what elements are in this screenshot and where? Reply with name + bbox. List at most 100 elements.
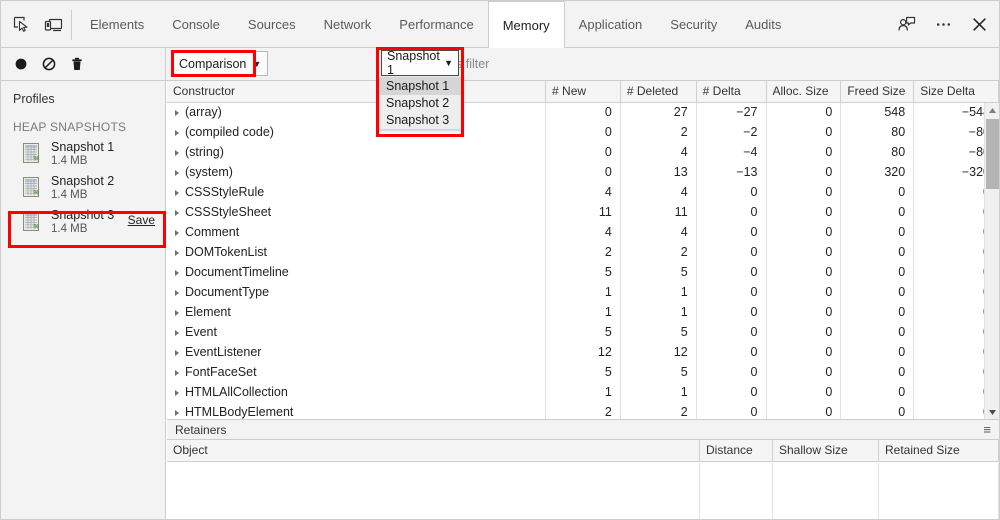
view-mode-select[interactable]: Comparison ▼: [172, 51, 269, 76]
column-header-deleted[interactable]: # Deleted: [621, 81, 697, 102]
expand-triangle-icon[interactable]: [175, 410, 179, 416]
column-header-freed-size[interactable]: Freed Size: [841, 81, 915, 102]
cell-new: 1: [546, 303, 621, 323]
table-row[interactable]: (system) 0 13 −13 0 320 −320: [167, 163, 999, 183]
expand-triangle-icon[interactable]: [175, 370, 179, 376]
tab-application[interactable]: Application: [565, 1, 657, 47]
column-header-shallow-size[interactable]: Shallow Size: [773, 440, 879, 461]
record-icon[interactable]: [8, 51, 34, 77]
scroll-down-arrow-icon[interactable]: [985, 405, 999, 419]
delete-icon[interactable]: [64, 51, 90, 77]
table-row[interactable]: DocumentType 1 1 0 0 0 0: [167, 283, 999, 303]
table-row[interactable]: DocumentTimeline 5 5 0 0 0 0: [167, 263, 999, 283]
expand-triangle-icon[interactable]: [175, 290, 179, 296]
expand-triangle-icon[interactable]: [175, 390, 179, 396]
expand-triangle-icon[interactable]: [175, 110, 179, 116]
cell-constructor[interactable]: DocumentType: [167, 283, 546, 303]
scroll-up-arrow-icon[interactable]: [985, 103, 999, 117]
table-row[interactable]: Element 1 1 0 0 0 0: [167, 303, 999, 323]
close-icon[interactable]: [965, 10, 993, 38]
save-snapshot-link[interactable]: Save: [128, 213, 155, 227]
column-header-distance[interactable]: Distance: [700, 440, 773, 461]
table-row[interactable]: HTMLAllCollection 1 1 0 0 0 0: [167, 383, 999, 403]
constructor-name: DOMTokenList: [185, 245, 267, 259]
cell-constructor[interactable]: Comment: [167, 223, 546, 243]
expand-triangle-icon[interactable]: [175, 350, 179, 356]
tab-network[interactable]: Network: [310, 1, 386, 47]
cell-delta: 0: [697, 243, 767, 263]
clear-icon[interactable]: [36, 51, 62, 77]
tab-elements[interactable]: Elements: [76, 1, 158, 47]
cell-constructor[interactable]: (system): [167, 163, 546, 183]
cell-constructor[interactable]: Event: [167, 323, 546, 343]
retainers-menu-icon[interactable]: ≡: [983, 423, 991, 436]
cell-constructor[interactable]: CSSStyleSheet: [167, 203, 546, 223]
feedback-icon[interactable]: [893, 10, 921, 38]
tab-console[interactable]: Console: [158, 1, 234, 47]
column-header-retained-size[interactable]: Retained Size: [879, 440, 999, 461]
cell-freed-size: 0: [841, 403, 915, 419]
tab-security[interactable]: Security: [656, 1, 731, 47]
retainers-col-retained-size: [879, 463, 999, 519]
cell-constructor[interactable]: DocumentTimeline: [167, 263, 546, 283]
table-row[interactable]: Comment 4 4 0 0 0 0: [167, 223, 999, 243]
cell-constructor[interactable]: Element: [167, 303, 546, 323]
device-toolbar-icon[interactable]: [39, 10, 67, 38]
snapshot-option-2[interactable]: Snapshot 2: [380, 95, 462, 112]
table-row[interactable]: CSSStyleRule 4 4 0 0 0 0: [167, 183, 999, 203]
expand-triangle-icon[interactable]: [175, 250, 179, 256]
inspect-element-icon[interactable]: [7, 10, 35, 38]
sidebar-item-snapshot-2[interactable]: % Snapshot 2 1.4 MB: [1, 171, 165, 205]
column-header-size-delta[interactable]: Size Delta: [914, 81, 999, 102]
table-row[interactable]: Event 5 5 0 0 0 0: [167, 323, 999, 343]
snapshot-option-1[interactable]: Snapshot 1: [380, 78, 462, 95]
cell-new: 4: [546, 223, 621, 243]
expand-triangle-icon[interactable]: [175, 210, 179, 216]
snapshot-select[interactable]: Snapshot 1 ▼: [381, 49, 459, 77]
sidebar-item-snapshot-1[interactable]: % Snapshot 1 1.4 MB: [1, 137, 165, 171]
cell-constructor[interactable]: DOMTokenList: [167, 243, 546, 263]
cell-alloc-size: 0: [767, 403, 842, 419]
expand-triangle-icon[interactable]: [175, 130, 179, 136]
expand-triangle-icon[interactable]: [175, 310, 179, 316]
column-header-new[interactable]: # New: [546, 81, 621, 102]
cell-constructor[interactable]: FontFaceSet: [167, 363, 546, 383]
cell-constructor[interactable]: HTMLAllCollection: [167, 383, 546, 403]
expand-triangle-icon[interactable]: [175, 330, 179, 336]
cell-constructor[interactable]: EventListener: [167, 343, 546, 363]
expand-triangle-icon[interactable]: [175, 150, 179, 156]
cell-deleted: 2: [621, 403, 697, 419]
table-row[interactable]: DOMTokenList 2 2 0 0 0 0: [167, 243, 999, 263]
cell-constructor[interactable]: (string): [167, 143, 546, 163]
cell-constructor[interactable]: HTMLBodyElement: [167, 403, 546, 419]
column-header-alloc-size[interactable]: Alloc. Size: [767, 81, 842, 102]
table-row[interactable]: (compiled code) 0 2 −2 0 80 −80: [167, 123, 999, 143]
grid-header-row: Constructor # New # Deleted # Delta Allo…: [167, 81, 999, 103]
table-row[interactable]: HTMLBodyElement 2 2 0 0 0 0: [167, 403, 999, 419]
column-header-constructor[interactable]: Constructor: [167, 81, 547, 102]
table-row[interactable]: (string) 0 4 −4 0 80 −80: [167, 143, 999, 163]
expand-triangle-icon[interactable]: [175, 170, 179, 176]
cell-constructor[interactable]: CSSStyleRule: [167, 183, 546, 203]
cell-constructor[interactable]: (compiled code): [167, 123, 546, 143]
grid-vertical-scrollbar[interactable]: [984, 103, 999, 419]
column-header-delta[interactable]: # Delta: [697, 81, 767, 102]
tab-sources[interactable]: Sources: [234, 1, 310, 47]
cell-constructor[interactable]: (array): [167, 103, 546, 123]
expand-triangle-icon[interactable]: [175, 230, 179, 236]
device-toolbar-glyph: [44, 18, 62, 31]
table-row[interactable]: EventListener 12 12 0 0 0 0: [167, 343, 999, 363]
expand-triangle-icon[interactable]: [175, 270, 179, 276]
more-options-icon[interactable]: [929, 10, 957, 38]
scrollbar-thumb[interactable]: [986, 119, 999, 189]
column-header-object[interactable]: Object: [167, 440, 700, 461]
expand-triangle-icon[interactable]: [175, 190, 179, 196]
tab-performance[interactable]: Performance: [385, 1, 487, 47]
table-row[interactable]: CSSStyleSheet 11 11 0 0 0 0: [167, 203, 999, 223]
tab-memory[interactable]: Memory: [487, 1, 565, 48]
table-row[interactable]: FontFaceSet 5 5 0 0 0 0: [167, 363, 999, 383]
snapshot-option-3[interactable]: Snapshot 3: [380, 112, 462, 129]
tab-audits[interactable]: Audits: [731, 1, 795, 47]
sidebar-item-snapshot-3[interactable]: % Snapshot 3 1.4 MB Save: [1, 205, 165, 239]
table-row[interactable]: (array) 0 27 −27 0 548 −548: [167, 103, 999, 123]
